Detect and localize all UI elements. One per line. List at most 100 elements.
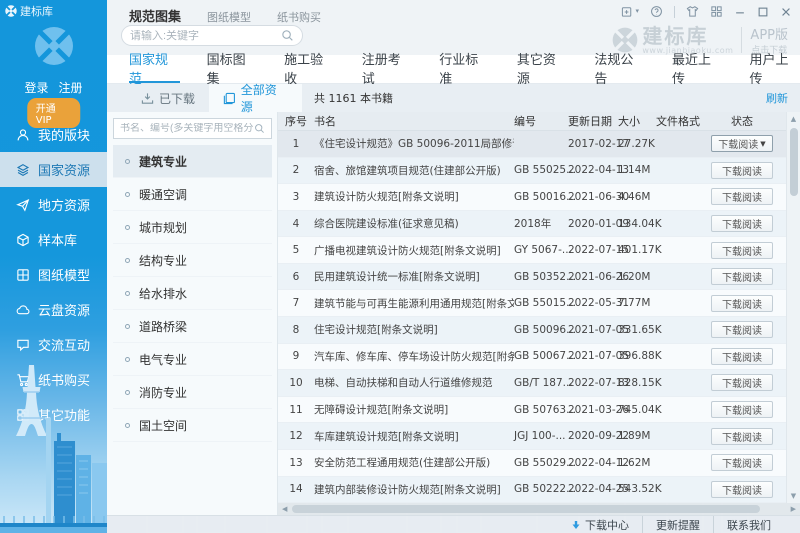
download-read-button[interactable]: 下载阅读 ▼	[711, 321, 773, 339]
vertical-scrollbar[interactable]: ▲ ▼	[786, 112, 800, 503]
download-read-button[interactable]: 下载阅读 ▼	[711, 215, 773, 233]
download-read-button[interactable]: 下载阅读 ▼	[711, 268, 773, 286]
cell-size: 1.89M	[618, 430, 651, 443]
cell-title: 住宅设计规范[附条文说明]	[314, 324, 438, 337]
update-reminder-button[interactable]: 更新提醒	[642, 516, 713, 533]
main-area: 规范图集 图纸模型 纸书购买 ▾ 请输入:关键字 建标库 www.jianbia…	[107, 0, 800, 533]
tab[interactable]: 用户上传	[750, 53, 800, 87]
scroll-up-arrow-icon[interactable]: ▲	[787, 115, 800, 123]
download-read-button[interactable]: 下载阅读 ▼	[711, 374, 773, 392]
snapshot-icon[interactable]: ▾	[621, 5, 639, 18]
table-row[interactable]: 11 无障碍设计规范[附条文说明] GB 50763... 2021-03-26…	[278, 396, 786, 424]
category-panel: 建筑专业 暖通空调 城市规划	[107, 112, 278, 515]
sidebar-item-national-resources[interactable]: 国家资源	[0, 152, 107, 187]
download-read-button[interactable]: 下载阅读 ▼	[711, 161, 773, 179]
bullet-icon	[125, 323, 130, 329]
table-row[interactable]: 1 《住宅设计规范》GB 50096-2011局部修订条文及说... 2017-…	[278, 131, 786, 158]
table-row[interactable]: 5 广播电视建筑设计防火规范[附条文说明] GY 5067-... 2022-0…	[278, 237, 786, 264]
tab[interactable]: 国标图集	[207, 53, 258, 87]
download-read-button[interactable]: 下载阅读 ▼	[711, 135, 773, 153]
tab[interactable]: 其它资源	[517, 53, 568, 87]
tab[interactable]: 行业标准	[439, 53, 490, 87]
category-item[interactable]: 结构专业	[113, 244, 272, 277]
category-item[interactable]: 国土空间	[113, 409, 272, 442]
category-item[interactable]: 暖通空调	[113, 178, 272, 211]
window-controls: ▾	[621, 5, 792, 18]
table-row[interactable]: 8 住宅设计规范[附条文说明] GB 50096... 2021-07-05 3…	[278, 317, 786, 344]
category-item[interactable]: 给水排水	[113, 277, 272, 310]
download-read-button[interactable]: 下载阅读 ▼	[711, 401, 773, 419]
table-row[interactable]: 2 宿舍、旅馆建筑项目规范(住建部公开版) GB 55025... 2022-0…	[278, 157, 786, 185]
category-item[interactable]: 建筑专业	[113, 145, 272, 178]
category-search-input[interactable]	[120, 123, 254, 134]
search-icon[interactable]	[281, 29, 294, 42]
download-read-button[interactable]: 下载阅读 ▼	[711, 241, 773, 259]
scroll-right-arrow-icon[interactable]: ▶	[791, 503, 796, 515]
table-row[interactable]: 6 民用建筑设计统一标准[附条文说明] GB 50352... 2021-06-…	[278, 263, 786, 291]
download-read-button[interactable]: 下载阅读 ▼	[711, 427, 773, 445]
table-row[interactable]: 10 电梯、自动扶梯和自动人行道维修规范 GB/T 187... 2022-07…	[278, 370, 786, 397]
table-row[interactable]: 9 汽车库、修车库、停车场设计防火规范[附条文说明] GB 50067... 2…	[278, 343, 786, 371]
table-row[interactable]: 7 建筑节能与可再生能源利用通用规范[附条文说明] GB 55015... 20…	[278, 290, 786, 318]
tab[interactable]: 注册考试	[362, 53, 413, 87]
tab[interactable]: 国家规范	[129, 53, 180, 87]
sidebar-item-communication[interactable]: 交流互动	[0, 327, 107, 362]
search-icon[interactable]	[254, 123, 265, 134]
sidebar-item-sample-library[interactable]: 样本库	[0, 222, 107, 257]
category-item[interactable]: 消防专业	[113, 376, 272, 409]
cell-action: 下载阅读 ▼	[702, 241, 782, 259]
download-read-button[interactable]: 下载阅读 ▼	[711, 454, 773, 472]
topnav-spec-atlas[interactable]: 规范图集	[129, 6, 181, 25]
category-item[interactable]: 城市规划	[113, 211, 272, 244]
global-search	[121, 25, 303, 46]
tab[interactable]: 施工验收	[284, 53, 335, 87]
refresh-link[interactable]: 刷新	[766, 84, 788, 112]
sidebar-item-cloud-resources[interactable]: 云盘资源	[0, 292, 107, 327]
topnav-paper-books[interactable]: 纸书购买	[277, 9, 321, 25]
contact-us-button[interactable]: 联系我们	[713, 516, 784, 533]
table-row[interactable]: 13 安全防范工程通用规范(住建部公开版) GB 55029... 2022-0…	[278, 449, 786, 477]
table-row[interactable]: 12 车库建筑设计规范[附条文说明] JGJ 100-... 2020-09-2…	[278, 423, 786, 450]
close-icon[interactable]	[780, 6, 792, 18]
minimize-icon[interactable]	[734, 6, 746, 18]
sidebar-item-label: 云盘资源	[38, 304, 91, 319]
cell-title: 汽车库、修车库、停车场设计防火规范[附条文说明]	[314, 350, 514, 363]
skin-icon[interactable]	[686, 5, 699, 18]
cell-code: GB 55015...	[514, 297, 577, 310]
search-input[interactable]	[130, 29, 281, 42]
table-row[interactable]: 3 建筑设计防火规范[附条文说明] GB 50016... 2021-06-30…	[278, 184, 786, 211]
subtab-all-resources[interactable]: 全部资源	[209, 83, 303, 114]
sidebar-item-drawing-models[interactable]: 图纸模型	[0, 257, 107, 292]
cell-action: 下载阅读 ▼	[702, 215, 782, 233]
table-row[interactable]: 4 综合医院建设标准(征求意见稿) 2018年 2020-01-09 134.0…	[278, 210, 786, 238]
sidebar-item-label: 样本库	[38, 234, 78, 249]
vertical-scroll-thumb[interactable]	[790, 128, 798, 196]
sidebar-item-label: 地方资源	[38, 199, 91, 214]
help-icon[interactable]	[650, 5, 663, 18]
download-read-button[interactable]: 下载阅读 ▼	[711, 294, 773, 312]
apps-icon[interactable]	[710, 5, 723, 18]
tab[interactable]: 法规公告	[594, 53, 645, 87]
category-item[interactable]: 电气专业	[113, 343, 272, 376]
register-link[interactable]: 注册	[59, 81, 83, 95]
scroll-down-arrow-icon[interactable]: ▼	[787, 492, 800, 500]
topnav-drawing-models[interactable]: 图纸模型	[207, 9, 251, 25]
download-read-button[interactable]: 下载阅读 ▼	[711, 347, 773, 365]
cell-date: 2020-01-09	[568, 217, 630, 230]
login-link[interactable]: 登录	[24, 81, 48, 95]
cell-code: GB 50763...	[514, 403, 577, 416]
horizontal-scroll-thumb[interactable]	[292, 505, 760, 513]
maximize-icon[interactable]	[757, 6, 769, 18]
download-read-button[interactable]: 下载阅读 ▼	[711, 480, 773, 498]
bullet-icon	[125, 191, 130, 197]
tab[interactable]: 最近上传	[672, 53, 723, 87]
subtab-downloaded[interactable]: 已下载	[127, 84, 209, 112]
download-read-button[interactable]: 下载阅读 ▼	[711, 188, 773, 206]
scroll-left-arrow-icon[interactable]: ◀	[282, 503, 287, 515]
sidebar-item-local-resources[interactable]: 地方资源	[0, 187, 107, 222]
sidebar-item-my-section[interactable]: 我的版块	[0, 117, 107, 152]
horizontal-scrollbar[interactable]: ◀ ▶	[278, 503, 800, 515]
download-center-button[interactable]: 下载中心	[558, 516, 642, 533]
category-item[interactable]: 道路桥梁	[113, 310, 272, 343]
table-row[interactable]: 14 建筑内部装修设计防火规范[附条文说明] GB 50222... 2022-…	[278, 476, 786, 504]
